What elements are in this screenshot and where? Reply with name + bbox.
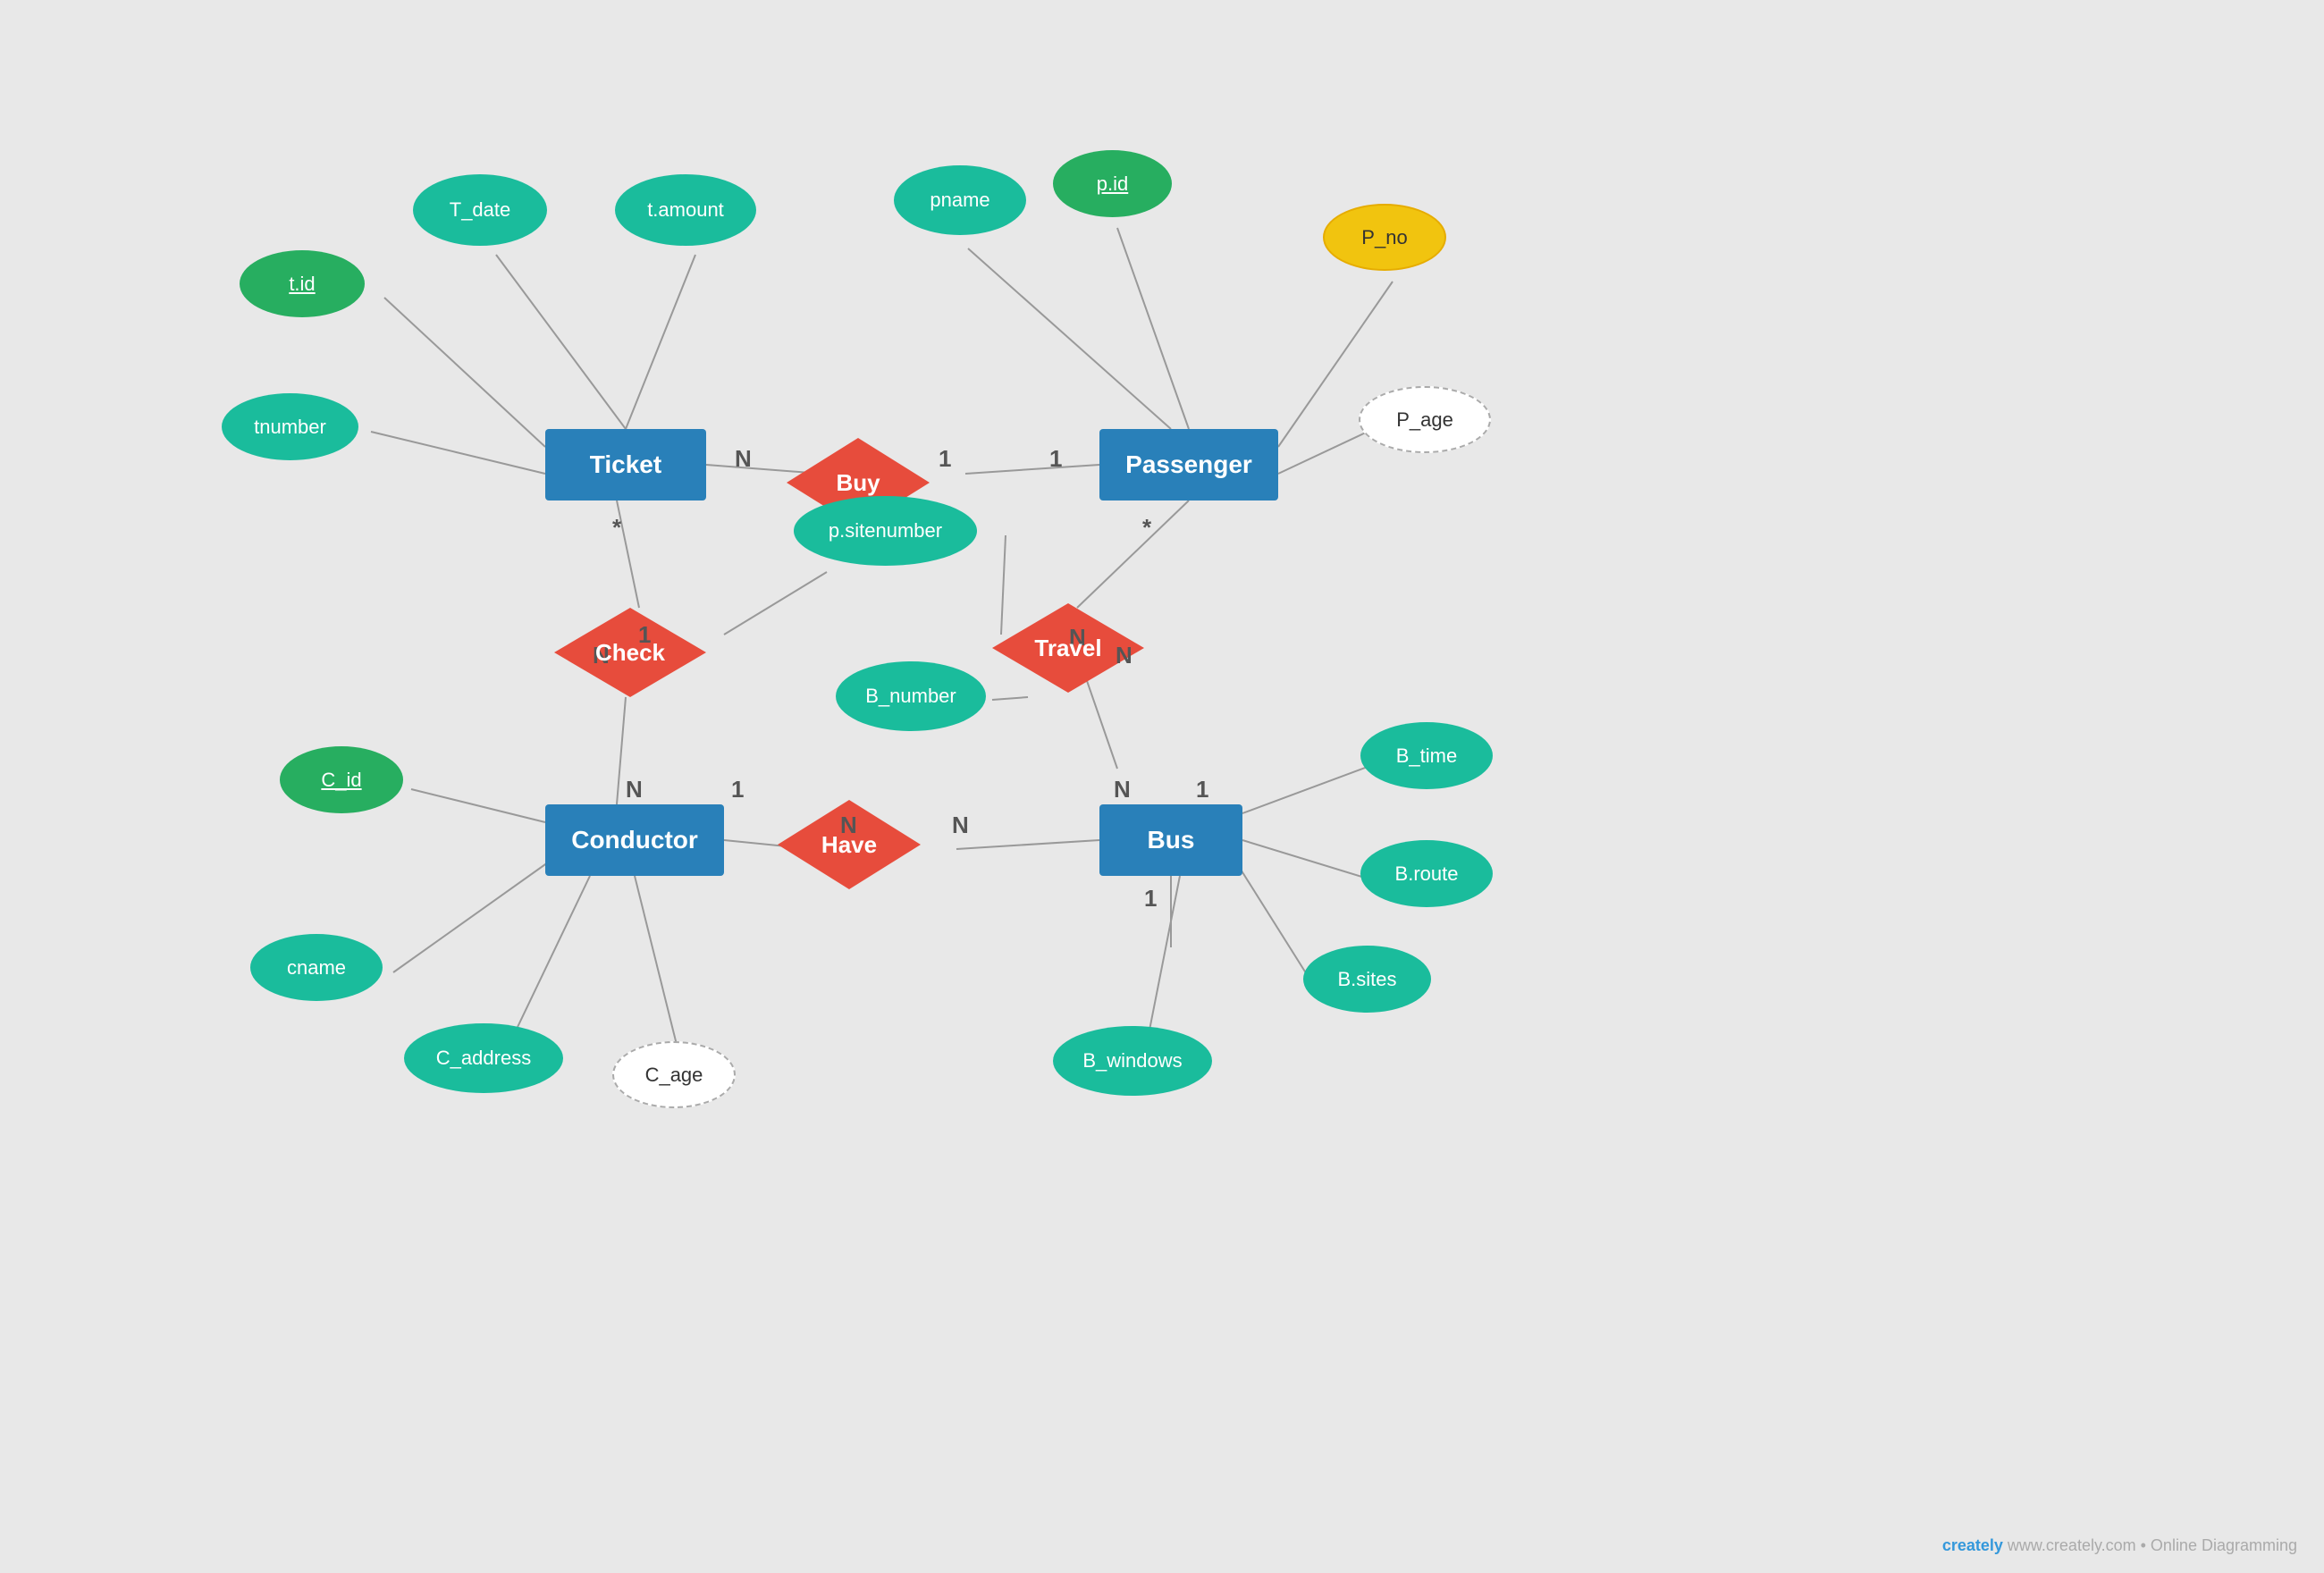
attribute-t-id: t.id (240, 250, 365, 317)
entity-bus: Bus (1099, 804, 1242, 876)
card-ticket-star: * (612, 514, 621, 542)
card-passenger-star: * (1142, 514, 1151, 542)
card-bus-n: N (1114, 776, 1131, 803)
card-buy-1-right: 1 (1049, 445, 1062, 473)
attribute-pname: pname (894, 165, 1026, 235)
card-bus-bottom-1: 1 (1144, 885, 1157, 913)
attribute-b-number: B_number (836, 661, 986, 731)
card-bus-1-top: 1 (1196, 776, 1208, 803)
creately-brand: creately (1942, 1536, 2003, 1554)
attribute-p-age: P_age (1359, 386, 1491, 453)
attribute-cname: cname (250, 934, 383, 1001)
diagram-container: Ticket Passenger Conductor Bus Buy Check… (0, 0, 2324, 1573)
attribute-t-date: T_date (413, 174, 547, 246)
card-buy-1-left: 1 (939, 445, 951, 473)
watermark: creately www.creately.com • Online Diagr… (1942, 1536, 2297, 1555)
attribute-b-time: B_time (1360, 722, 1493, 789)
attribute-b-sites: B.sites (1303, 946, 1431, 1013)
watermark-text: www.creately.com • Online Diagramming (2008, 1536, 2297, 1554)
entity-ticket: Ticket (545, 429, 706, 500)
attribute-c-age: C_age (612, 1041, 736, 1108)
card-conductor-1: 1 (731, 776, 744, 803)
card-buy-n1: N (735, 445, 752, 473)
attribute-t-amount: t.amount (615, 174, 756, 246)
attribute-p-id: p.id (1053, 150, 1172, 217)
attribute-p-sitenumber: p.sitenumber (794, 496, 977, 566)
attribute-b-windows: B_windows (1053, 1026, 1212, 1096)
attribute-tnumber: tnumber (222, 393, 358, 460)
entity-passenger: Passenger (1099, 429, 1278, 500)
card-conductor-n: N (626, 776, 643, 803)
attribute-b-route: B.route (1360, 840, 1493, 907)
card-have-n2: N (952, 812, 969, 839)
attribute-p-no: P_no (1323, 204, 1446, 271)
entity-conductor: Conductor (545, 804, 724, 876)
relationship-check: Check (554, 608, 706, 697)
card-travel-n-bottom: N (1116, 642, 1133, 669)
attribute-c-id: C_id (280, 746, 403, 813)
attribute-c-address: C_address (404, 1023, 563, 1093)
